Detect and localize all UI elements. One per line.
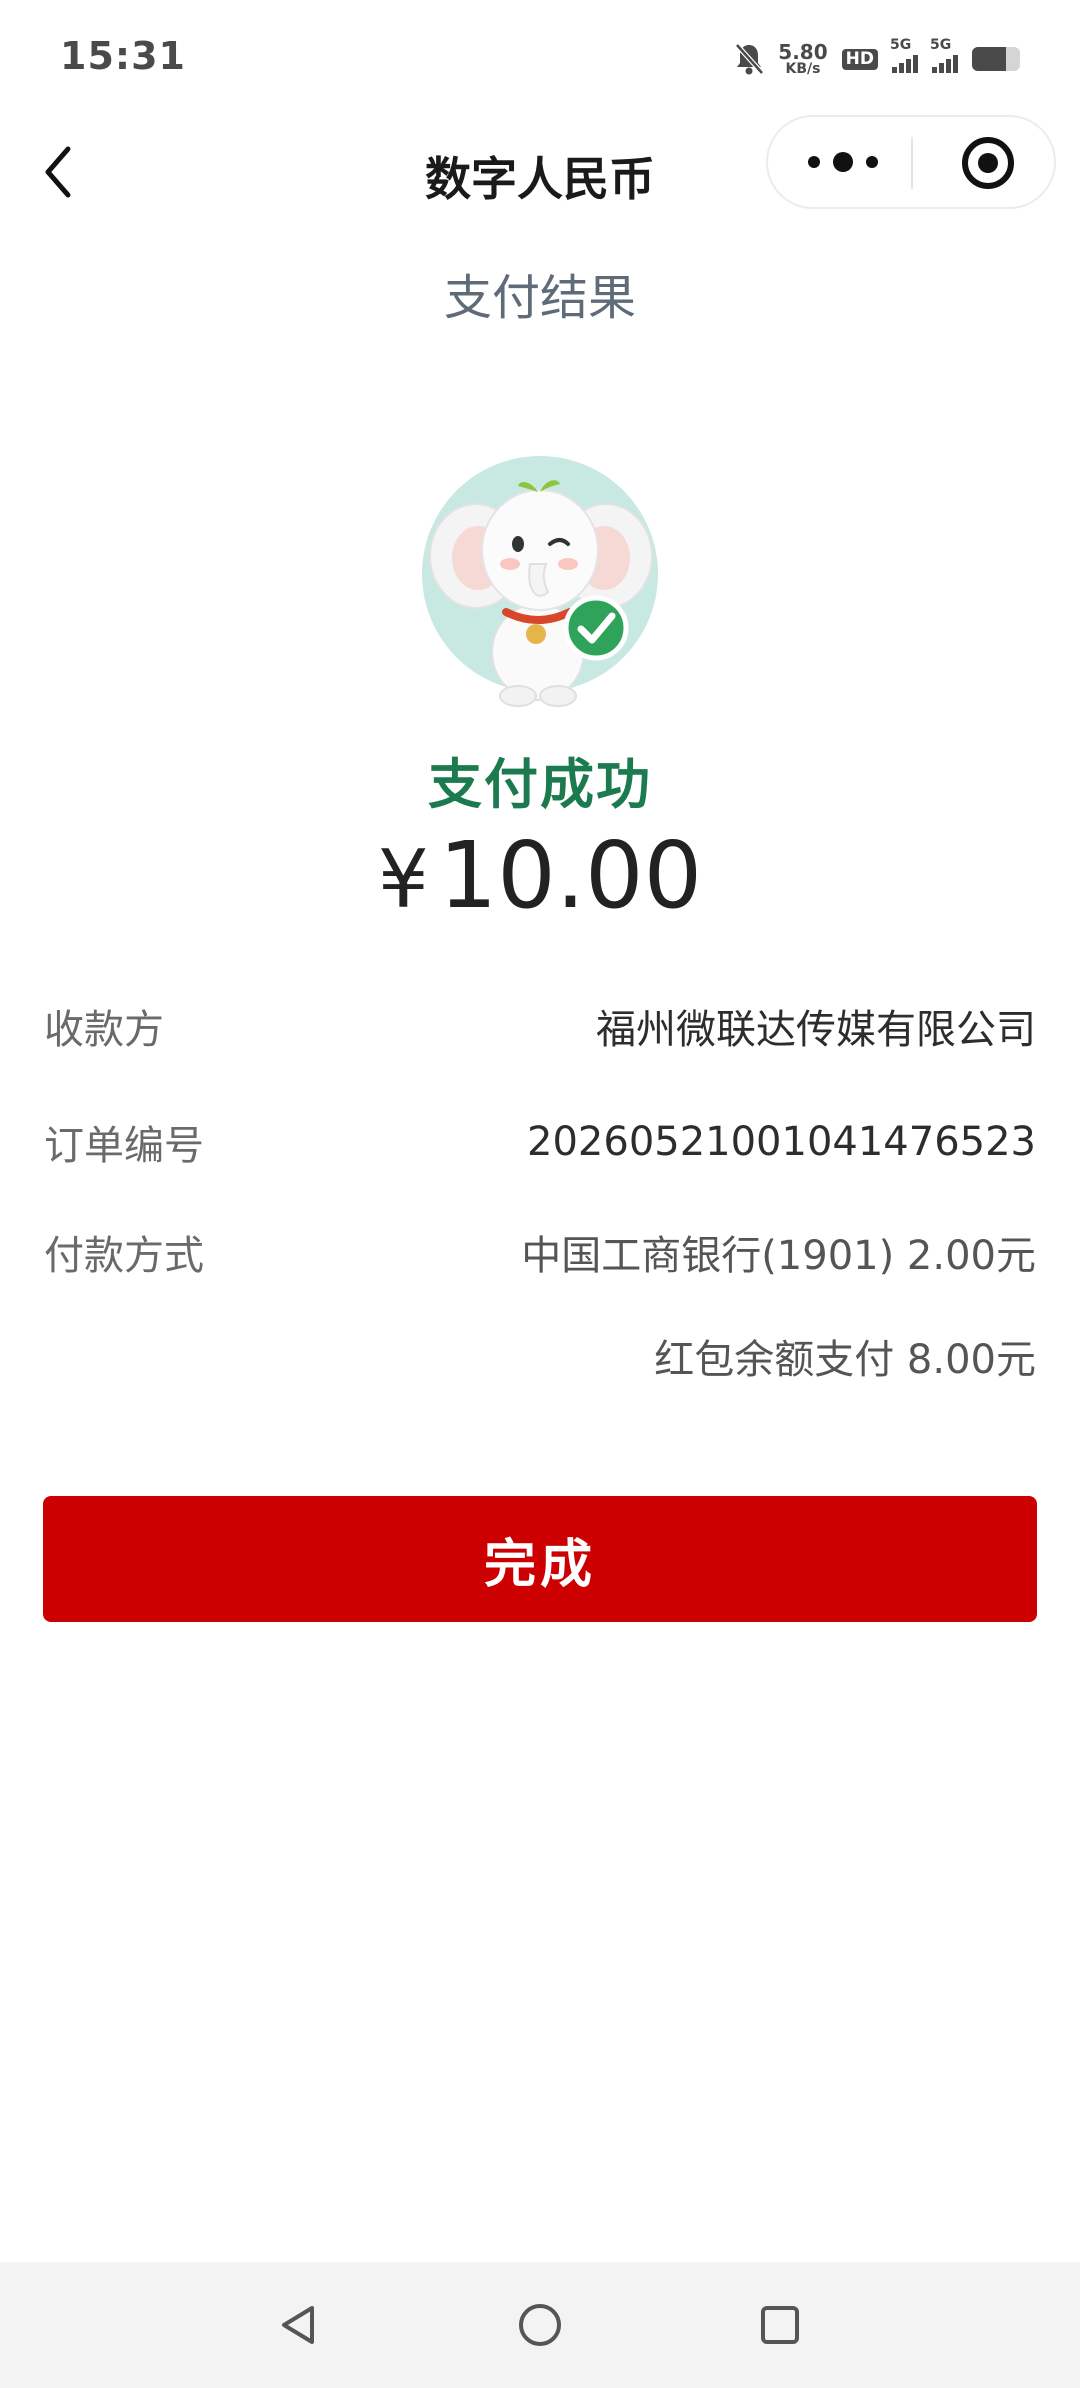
detail-label: 订单编号 [44,1123,204,1169]
hd-icon: HD [841,48,878,70]
check-icon [563,595,629,661]
detail-row-payee: 收款方 福州微联达传媒有限公司 [44,996,1036,1056]
detail-row-order-number: 订单编号 20260521001041476523 [44,1112,1036,1172]
payment-amount: ¥10.00 [0,822,1080,929]
currency-symbol: ¥ [377,833,429,926]
network-speed: 5.80 KB/s [778,42,827,76]
signal-sim1-icon: 5G [890,37,918,73]
capsule-divider [911,137,913,189]
speed-value: 5.80 [778,40,828,64]
signal-sim2-icon: 5G [930,37,958,73]
speed-unit: KB/s [785,61,821,77]
result-heading: 支付结果 [443,270,636,326]
mini-program-capsule [766,115,1056,209]
nav-bar: 数字人民币 [0,115,1080,230]
back-triangle-icon[interactable] [274,2300,324,2350]
status-icons: 5.80 KB/s HD 5G 5G [734,37,1020,80]
battery-icon [972,47,1020,71]
detail-row-payment-method: 付款方式 中国工商银行(1901) 2.00元 [44,1222,1036,1282]
detail-value: 红包余额支付 8.00元 [654,1337,1036,1383]
detail-label: 付款方式 [44,1233,204,1279]
payment-result-screen: 15:31 5.80 KB/s HD 5G 5G 数字人民币 支付结果 支付成功… [0,0,1080,2388]
system-navigation-bar [0,2262,1080,2388]
sim2-label: 5G [930,37,952,53]
more-icon[interactable] [808,147,878,177]
amount-value: 10.00 [438,822,703,929]
done-button[interactable]: 完成 [43,1496,1037,1622]
status-bar: 15:31 5.80 KB/s HD 5G 5G [0,0,1080,115]
detail-row-red-packet: 红包余额支付 8.00元 [44,1326,1036,1386]
close-mini-program-icon[interactable] [960,135,1016,191]
status-time: 15:31 [60,34,186,78]
detail-value: 中国工商银行(1901) 2.00元 [521,1233,1036,1279]
home-circle-icon[interactable] [515,2300,565,2350]
elephant-mascot-illustration [422,456,658,707]
detail-value: 福州微联达传媒有限公司 [596,1007,1036,1053]
detail-value: 20260521001041476523 [527,1119,1036,1165]
mute-bell-icon [735,43,765,75]
detail-label: 收款方 [44,1007,164,1053]
recents-square-icon[interactable] [755,2300,805,2350]
payment-status: 支付成功 [428,753,652,816]
sim1-label: 5G [890,37,912,53]
